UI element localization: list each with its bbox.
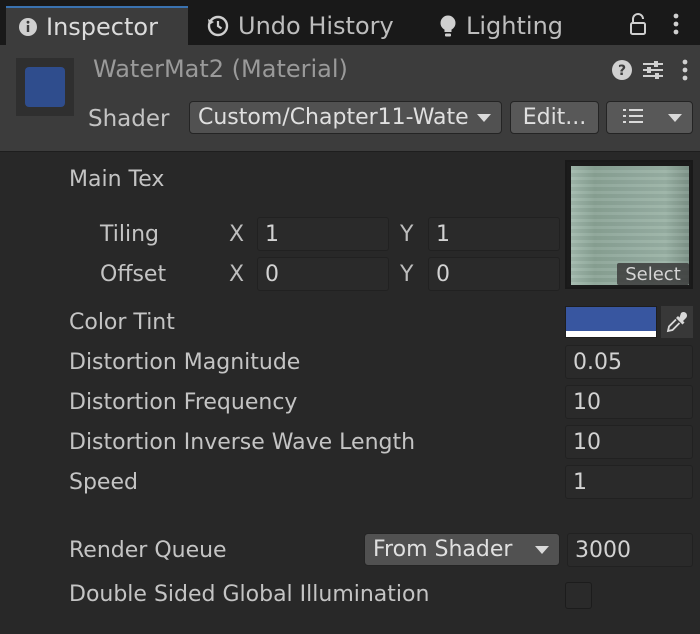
- render-queue-mode: From Shader: [373, 537, 513, 562]
- texture-select-button[interactable]: Select: [617, 263, 689, 285]
- edit-shader-button[interactable]: Edit...: [510, 101, 599, 134]
- history-icon: [206, 14, 230, 38]
- shader-options-button[interactable]: [606, 101, 693, 134]
- distortion-magnitude-label: Distortion Magnitude: [69, 350, 301, 375]
- info-icon: [18, 17, 38, 37]
- presets-icon[interactable]: [640, 57, 666, 83]
- color-tint-fill: [566, 307, 656, 331]
- material-header: WaterMat2 (Material) ? Shader Custom/Cha…: [0, 45, 700, 152]
- shader-label: Shader: [88, 106, 170, 132]
- render-queue-dropdown[interactable]: From Shader: [364, 533, 560, 566]
- main-tex-slot[interactable]: Select: [565, 160, 693, 289]
- tab-undo-history[interactable]: Undo History: [196, 6, 408, 45]
- shader-dropdown[interactable]: Custom/Chapter11-Wate: [189, 101, 502, 134]
- color-tint-swatch[interactable]: [565, 306, 657, 338]
- color-tint-alpha-bar: [566, 331, 656, 337]
- distortion-frequency-field[interactable]: 10: [565, 385, 693, 419]
- offset-y-field[interactable]: 0: [428, 257, 560, 291]
- tab-inspector[interactable]: Inspector: [6, 6, 188, 45]
- speed-label: Speed: [69, 470, 138, 495]
- list-icon: [623, 108, 645, 128]
- lock-icon[interactable]: [624, 8, 652, 40]
- render-queue-label: Render Queue: [69, 538, 227, 563]
- chevron-down-icon: [535, 546, 549, 554]
- double-sided-gi-checkbox[interactable]: [565, 582, 592, 609]
- offset-x-label: X: [229, 262, 245, 287]
- chevron-down-icon: [668, 114, 682, 122]
- main-tex-label: Main Tex: [69, 167, 165, 192]
- render-queue-field[interactable]: 3000: [567, 533, 693, 567]
- distortion-inverse-wave-length-field[interactable]: 10: [565, 425, 693, 459]
- tab-menu-icon[interactable]: [662, 8, 690, 40]
- chevron-down-icon: [477, 114, 491, 122]
- tiling-label: Tiling: [100, 222, 160, 247]
- distortion-inverse-wave-length-label: Distortion Inverse Wave Length: [69, 430, 416, 455]
- speed-field[interactable]: 1: [565, 465, 693, 499]
- tiling-x-label: X: [229, 222, 245, 247]
- svg-text:?: ?: [618, 63, 626, 79]
- double-sided-gi-label: Double Sided Global Illumination: [69, 582, 430, 607]
- lightbulb-icon: [438, 14, 458, 38]
- help-icon[interactable]: ?: [609, 57, 635, 83]
- color-tint-label: Color Tint: [69, 310, 175, 335]
- tab-inspector-label: Inspector: [46, 12, 158, 41]
- material-title: WaterMat2 (Material): [93, 55, 348, 83]
- distortion-frequency-label: Distortion Frequency: [69, 390, 298, 415]
- tiling-y-field[interactable]: 1: [428, 217, 560, 251]
- offset-label: Offset: [100, 262, 167, 287]
- tab-undo-history-label: Undo History: [238, 11, 394, 40]
- offset-x-field[interactable]: 0: [257, 257, 389, 291]
- tab-lighting[interactable]: Lighting: [430, 6, 580, 45]
- component-menu-icon[interactable]: [672, 57, 698, 83]
- eyedropper-icon[interactable]: [661, 306, 693, 338]
- distortion-magnitude-field[interactable]: 0.05: [565, 345, 693, 379]
- tiling-y-label: Y: [400, 222, 414, 247]
- offset-y-label: Y: [400, 262, 414, 287]
- tab-bar: Inspector Undo History Lighting: [0, 0, 700, 45]
- material-preview: [16, 58, 74, 116]
- tab-lighting-label: Lighting: [466, 11, 564, 40]
- tiling-x-field[interactable]: 1: [257, 217, 389, 251]
- material-preview-swatch: [25, 67, 65, 107]
- shader-dropdown-value: Custom/Chapter11-Wate: [198, 105, 469, 130]
